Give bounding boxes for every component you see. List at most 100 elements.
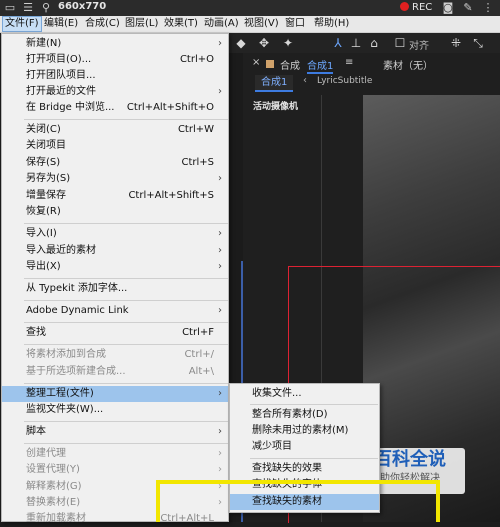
menu-item-label: 收集文件... bbox=[252, 388, 302, 399]
snapping-checkbox[interactable]: ☐ bbox=[393, 36, 407, 50]
menu-item-watch-folder[interactable]: 监视文件夹(W)... bbox=[2, 402, 228, 418]
rec-indicator[interactable]: REC bbox=[400, 2, 432, 13]
record-icon bbox=[400, 2, 409, 11]
anchor-tool-icon[interactable]: ✥ bbox=[257, 36, 271, 50]
chevron-right-icon: › bbox=[218, 388, 222, 399]
menu-item-dependencies[interactable]: 整理工程(文件) › bbox=[2, 386, 228, 402]
menu-window[interactable]: 窗口 bbox=[283, 17, 307, 31]
menu-item-typekit[interactable]: 从 Typekit 添加字体... bbox=[2, 281, 228, 297]
menu-item-label: 基于所选项新建合成... bbox=[26, 366, 126, 377]
highlight-annotation bbox=[156, 480, 440, 522]
capture-bar: ▭ ☰ ⚲ 660x770 REC ◙ ✎ ⋮ bbox=[0, 0, 500, 16]
menu-item-label: 从 Typekit 添加字体... bbox=[26, 283, 128, 294]
camera-icon[interactable]: ◙ bbox=[442, 2, 454, 14]
menu-item-save[interactable]: 保存(S) Ctrl+S bbox=[2, 155, 228, 171]
menu-item-dynamic-link[interactable]: Adobe Dynamic Link › bbox=[2, 303, 228, 319]
menu-layer[interactable]: 图层(L) bbox=[123, 17, 160, 31]
more-icon[interactable]: ⋮ bbox=[482, 2, 494, 14]
menu-item-save-as[interactable]: 另存为(S) › bbox=[2, 171, 228, 187]
menu-effect[interactable]: 效果(T) bbox=[162, 17, 200, 31]
menu-composition[interactable]: 合成(C) bbox=[83, 17, 122, 31]
comp-subtabs: 合成1 ‹ LyricSubtitle bbox=[243, 75, 372, 92]
menubar: 文件(F) 编辑(E) 合成(C) 图层(L) 效果(T) 动画(A) 视图(V… bbox=[0, 16, 500, 33]
menu-separator bbox=[250, 458, 378, 459]
submenu-item-remove-unused[interactable]: 删除未用过的素材(M) bbox=[230, 423, 379, 439]
menu-item-import[interactable]: 导入(I) › bbox=[2, 226, 228, 242]
menu-item-open-project[interactable]: 打开项目(O)... Ctrl+O bbox=[2, 52, 228, 68]
submenu-item-find-missing-effects[interactable]: 查找缺失的效果 bbox=[230, 461, 379, 477]
menu-item-label: 删除未用过的素材(M) bbox=[252, 425, 349, 436]
menu-item-label: 关闭(C) bbox=[26, 124, 61, 135]
menu-item-browse-bridge[interactable]: 在 Bridge 中浏览... Ctrl+Alt+Shift+O bbox=[2, 100, 228, 116]
subtab-current[interactable]: 合成1 bbox=[255, 75, 294, 92]
menu-item-label: 打开项目(O)... bbox=[26, 54, 92, 65]
chevron-left-icon[interactable]: ‹ bbox=[303, 75, 307, 86]
menu-separator bbox=[24, 344, 228, 345]
tools-toolbar: ◆ ✥ ✦ ⅄ ⊥ ⌂ ☐ 对齐 ⁜ ⤡ bbox=[229, 33, 500, 54]
chevron-right-icon: › bbox=[218, 464, 222, 475]
submenu-item-reduce-project[interactable]: 减少项目 bbox=[230, 439, 379, 455]
menu-view[interactable]: 视图(V) bbox=[242, 17, 281, 31]
submenu-item-consolidate[interactable]: 整合所有素材(D) bbox=[230, 407, 379, 423]
source-tab[interactable]: 素材（无） bbox=[383, 57, 433, 72]
menu-item-revert[interactable]: 恢复(R) bbox=[2, 204, 228, 220]
submenu-item-collect-files[interactable]: 收集文件... bbox=[230, 386, 379, 402]
menu-separator bbox=[24, 421, 228, 422]
composition-tabs: × 合成 合成1 ≡ 素材（无） bbox=[250, 55, 500, 74]
menu-separator bbox=[24, 119, 228, 120]
subtab-layer[interactable]: LyricSubtitle bbox=[317, 76, 372, 86]
menu-item-find[interactable]: 查找 Ctrl+F bbox=[2, 325, 228, 341]
search-icon[interactable]: ⚲ bbox=[40, 2, 52, 14]
menu-item-close[interactable]: 关闭(C) Ctrl+W bbox=[2, 122, 228, 138]
menu-item-new[interactable]: 新建(N) › bbox=[2, 36, 228, 52]
menu-item-import-recent[interactable]: 导入最近的素材 › bbox=[2, 243, 228, 259]
close-icon[interactable]: × bbox=[252, 57, 260, 68]
menu-item-label: 创建代理 bbox=[26, 448, 66, 459]
rec-label: REC bbox=[412, 2, 433, 13]
menu-item-label: 导入最近的素材 bbox=[26, 245, 96, 256]
lock-icon[interactable] bbox=[266, 60, 274, 68]
menu-item-label: 保存(S) bbox=[26, 157, 61, 168]
menu-file[interactable]: 文件(F) bbox=[2, 16, 42, 32]
menu-help[interactable]: 帮助(H) bbox=[312, 17, 351, 31]
menu-item-shortcut: Ctrl+Alt+Shift+O bbox=[126, 102, 214, 113]
menu-edit[interactable]: 编辑(E) bbox=[42, 17, 80, 31]
chevron-right-icon: › bbox=[218, 305, 222, 316]
menu-separator bbox=[24, 322, 228, 323]
window-icon[interactable]: ▭ bbox=[4, 2, 16, 14]
snap-expand-icon[interactable]: ⤡ bbox=[471, 36, 485, 50]
menu-item-label: 导出(X) bbox=[26, 261, 61, 272]
view-axis-icon[interactable]: ⌂ bbox=[367, 36, 381, 50]
menu-separator bbox=[24, 443, 228, 444]
menu-icon[interactable]: ☰ bbox=[22, 2, 34, 14]
comp-tab-menu-icon[interactable]: ≡ bbox=[345, 57, 353, 68]
pin-tool-icon[interactable]: ✦ bbox=[281, 36, 295, 50]
menu-item-close-project[interactable]: 关闭项目 bbox=[2, 138, 228, 154]
menu-separator bbox=[24, 300, 228, 301]
menu-item-open-team-project[interactable]: 打开团队项目... bbox=[2, 68, 228, 84]
capture-size: 660x770 bbox=[58, 1, 107, 12]
menu-item-label: 新建(N) bbox=[26, 38, 62, 49]
menu-item-label: 监视文件夹(W)... bbox=[26, 404, 104, 415]
menu-item-label: 整合所有素材(D) bbox=[252, 409, 328, 420]
menu-item-create-proxy: 创建代理 › bbox=[2, 446, 228, 462]
pen-icon[interactable]: ✎ bbox=[462, 2, 474, 14]
world-axis-icon[interactable]: ⊥ bbox=[349, 36, 363, 50]
menu-item-scripts[interactable]: 脚本 › bbox=[2, 424, 228, 440]
menu-item-label: 减少项目 bbox=[252, 441, 292, 452]
menu-item-increment-save[interactable]: 增量保存 Ctrl+Alt+Shift+S bbox=[2, 188, 228, 204]
menu-item-label: Adobe Dynamic Link bbox=[26, 305, 129, 316]
file-menu: 新建(N) › 打开项目(O)... Ctrl+O 打开团队项目... 打开最近的文… bbox=[1, 33, 229, 524]
chevron-right-icon: › bbox=[218, 448, 222, 459]
comp-tab-label[interactable]: 合成 bbox=[280, 57, 300, 72]
menu-animation[interactable]: 动画(A) bbox=[202, 17, 241, 31]
snap-grid-icon[interactable]: ⁜ bbox=[449, 36, 463, 50]
menu-item-shortcut: Ctrl+S bbox=[181, 157, 214, 168]
menu-item-label: 脚本 bbox=[26, 426, 46, 437]
comp-tab-name[interactable]: 合成1 bbox=[307, 57, 334, 74]
axis-tool-icon[interactable]: ⅄ bbox=[331, 36, 345, 50]
menu-item-export[interactable]: 导出(X) › bbox=[2, 259, 228, 275]
menu-item-new-comp-from-selection: 基于所选项新建合成... Alt+\ bbox=[2, 364, 228, 380]
menu-item-open-recent[interactable]: 打开最近的文件 › bbox=[2, 84, 228, 100]
selection-tool-icon[interactable]: ◆ bbox=[234, 36, 248, 50]
